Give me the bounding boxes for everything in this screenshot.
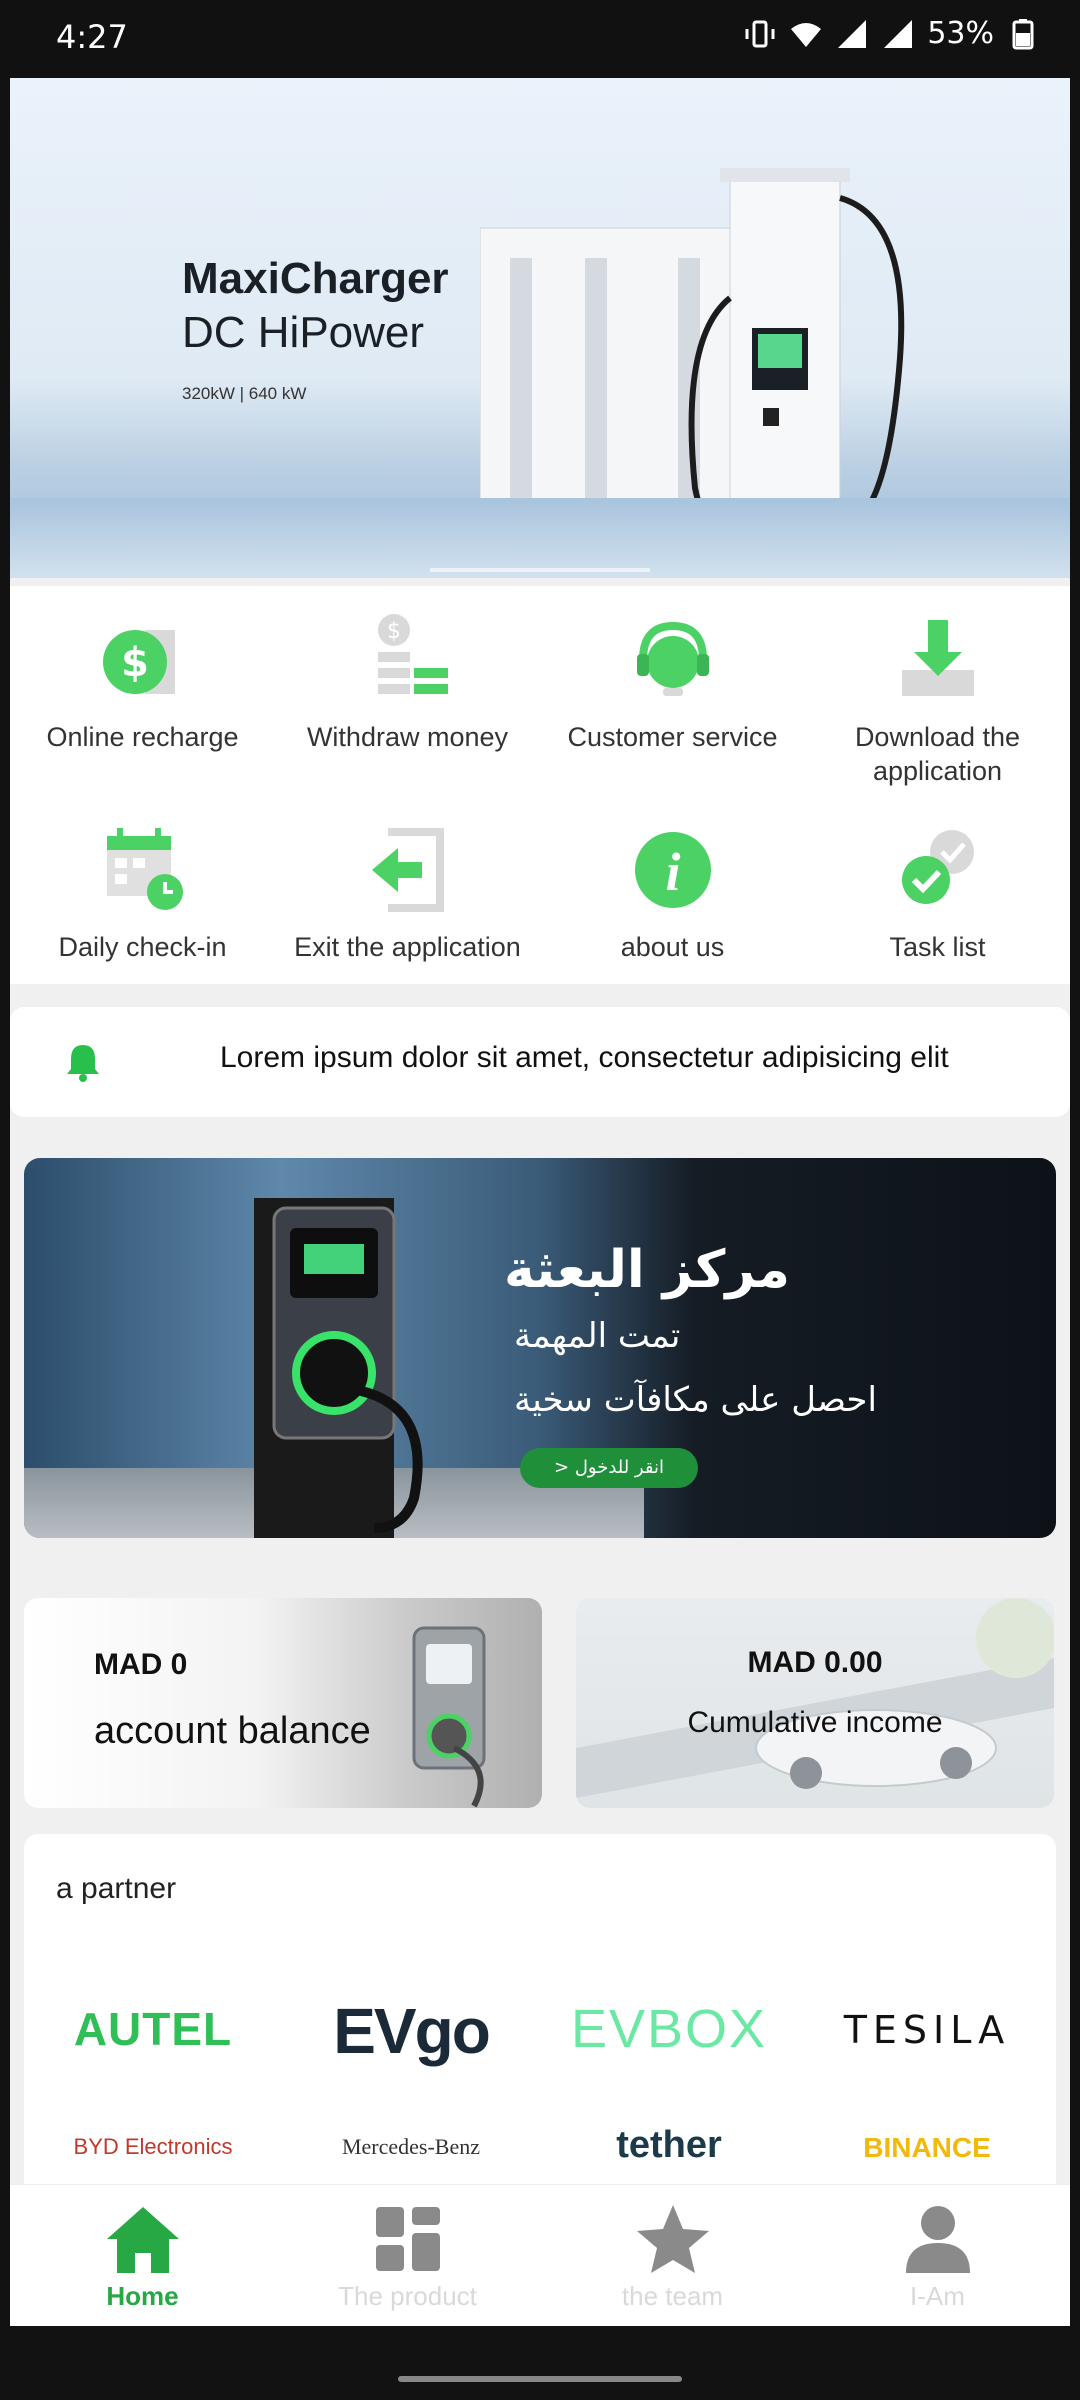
status-bar: 4:27 53% (0, 0, 1080, 78)
headset-icon (636, 621, 709, 696)
hero-title-line2: DC HiPower (182, 308, 425, 357)
gesture-bar[interactable] (398, 2376, 682, 2382)
vibrate-icon (745, 20, 775, 47)
partner-logo-evgo: EVgo (333, 1995, 491, 2067)
hero-banner[interactable]: MaxiCharger DC HiPower 320kW | 640 kW (10, 78, 1070, 578)
exit-icon (371, 828, 444, 912)
partner-heading: a partner (56, 1872, 177, 1905)
partner-logo-binance: BINANCE (863, 2132, 991, 2163)
cumulative-income-amount: MAD 0.00 (747, 1646, 883, 1679)
svg-text:$: $ (387, 619, 401, 644)
dollar-coin-icon: $ (102, 630, 175, 694)
nav-label: the team (621, 2281, 724, 2311)
partner-logo-autel: AUTEL (73, 2003, 233, 2055)
hero-title-line1: MaxiCharger (182, 254, 449, 303)
nav-profile[interactable]: I-Am (805, 2185, 1070, 2326)
withdraw-icon: $ (377, 614, 448, 694)
menu-label: Download the application (854, 722, 1021, 786)
menu-label: Online recharge (46, 722, 239, 752)
nav-label: I-Am (910, 2281, 965, 2311)
cumulative-income-card[interactable]: MAD 0.00 Cumulative income (576, 1598, 1054, 1808)
menu-daily-checkin[interactable]: Daily check-in (10, 820, 275, 964)
partner-logo-tether: tether (616, 2124, 722, 2166)
star-icon (636, 2205, 709, 2273)
partner-logo-mercedes: Mercedes-Benz (341, 2134, 481, 2159)
nav-label: Home (106, 2281, 179, 2311)
promo-subtitle: تمت المهمة (514, 1316, 681, 1356)
wifi-icon (791, 22, 822, 47)
nav-product[interactable]: The product (275, 2185, 540, 2326)
status-time: 4:27 (56, 18, 128, 56)
checklist-icon (901, 830, 974, 904)
promo-enter-button[interactable]: انقر للدخول < (520, 1448, 698, 1488)
cumulative-income-label: Cumulative income (687, 1706, 943, 1739)
nav-team[interactable]: the team (540, 2185, 805, 2326)
info-icon: i (634, 832, 711, 908)
wallbox-charger-illustration (254, 1198, 423, 1538)
nav-home[interactable]: Home (10, 2185, 275, 2326)
partner-logo-evbox: EVBOX (570, 1999, 768, 2059)
notice-text: Lorem ipsum dolor sit amet, consectetur … (220, 1041, 949, 1074)
nav-label: The product (338, 2281, 477, 2311)
download-icon (901, 620, 974, 696)
car-road-image (576, 1598, 1054, 1798)
status-icons: 53% (743, 16, 1040, 51)
account-balance-label: account balance (94, 1710, 371, 1752)
wall-charger-image (412, 1626, 486, 1808)
menu-label: Daily check-in (58, 932, 227, 962)
account-balance-card[interactable]: MAD 0 account balance (24, 1598, 542, 1808)
promo-title: مركز البعثة (504, 1240, 790, 1300)
home-icon (106, 2207, 179, 2273)
menu-label: about us (620, 932, 725, 962)
svg-text:i: i (665, 842, 680, 902)
battery-icon (1012, 18, 1034, 49)
promo-reward-text: احصل على مكافآت سخية (514, 1380, 877, 1420)
carousel-indicator (430, 568, 650, 574)
menu-task-list[interactable]: Task list (805, 820, 1070, 964)
water-reflection (10, 498, 1070, 578)
bottom-nav: Home The product the team I-Am (10, 2184, 1070, 2326)
calendar-icon (106, 828, 183, 910)
bell-icon (67, 1045, 99, 1082)
notice-bar[interactable]: Lorem ipsum dolor sit amet, consectetur … (10, 1007, 1070, 1117)
hero-spec: 320kW | 640 kW (182, 384, 307, 403)
menu-download-app[interactable]: Download the application (805, 610, 1070, 788)
menu-label: Task list (889, 932, 986, 962)
quick-menu: $ Online recharge $ Withdraw money Custo… (10, 586, 1070, 984)
account-balance-amount: MAD 0 (94, 1648, 188, 1681)
battery-percent: 53% (927, 16, 994, 51)
app-screen: MaxiCharger DC HiPower 320kW | 640 kW $ … (10, 78, 1070, 2326)
menu-label: Exit the application (294, 932, 521, 962)
menu-about-us[interactable]: i about us (540, 820, 805, 964)
menu-label: Withdraw money (306, 722, 509, 752)
menu-online-recharge[interactable]: $ Online recharge (10, 610, 275, 754)
menu-label: Customer service (567, 722, 778, 752)
promo-banner[interactable]: مركز البعثة تمت المهمة احصل على مكافآت س… (24, 1158, 1056, 1538)
grid-icon (375, 2207, 440, 2271)
svg-text:$: $ (121, 640, 149, 686)
menu-customer-service[interactable]: Customer service (540, 610, 805, 754)
partner-logo-tesila: TESILA (843, 2008, 1011, 2052)
signal-icon-2 (884, 19, 913, 48)
user-icon (905, 2206, 970, 2273)
signal-icon (838, 19, 867, 48)
partner-logo-byd: BYD Electronics (73, 2134, 233, 2159)
menu-withdraw-money[interactable]: $ Withdraw money (275, 610, 540, 754)
menu-exit-app[interactable]: Exit the application (275, 820, 540, 964)
